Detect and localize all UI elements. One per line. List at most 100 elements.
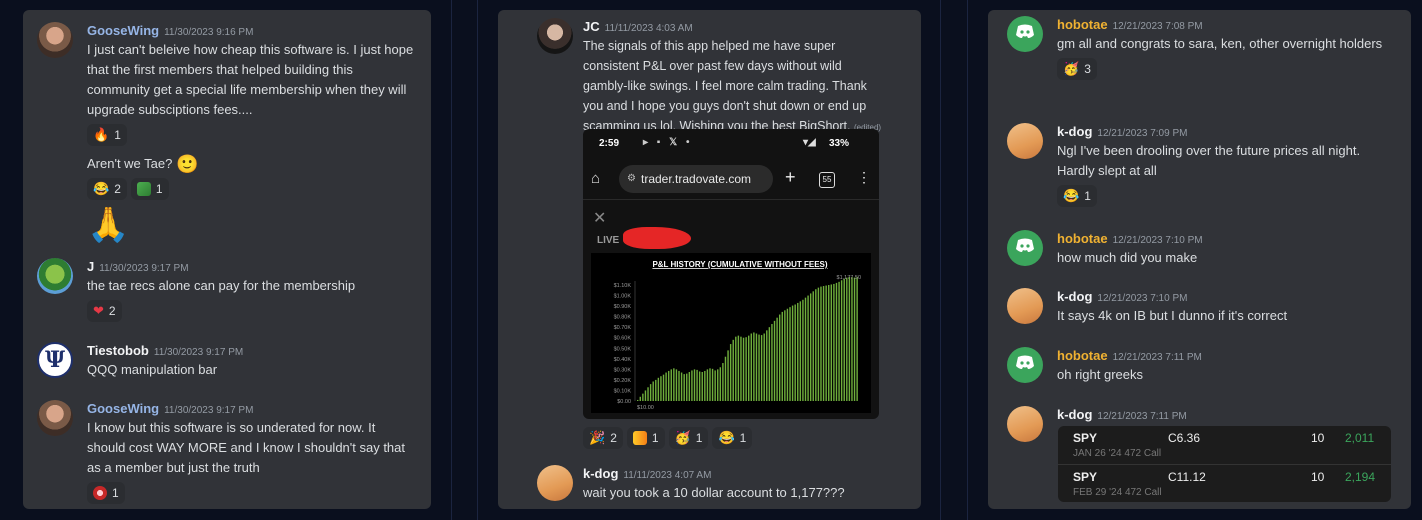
chart-bar (740, 336, 742, 401)
chart-bar (678, 370, 680, 401)
chart-bar (766, 330, 768, 401)
chart-title: P&L HISTORY (CUMULATIVE WITHOUT FEES) (652, 260, 827, 269)
reaction-custom[interactable]: 1 (130, 178, 169, 200)
chart-bar (737, 335, 740, 401)
y-tick-label: $0.70K (614, 325, 632, 331)
frog-emoji-icon (136, 182, 151, 196)
avatar[interactable] (37, 400, 73, 436)
chart-bar (714, 370, 716, 401)
reaction-party[interactable]: 🎉 2 (583, 427, 623, 449)
timestamp: 11/11/2023 4:07 AM (623, 470, 712, 481)
party-face-icon: 🥳 (674, 430, 691, 445)
chart-bar (817, 287, 820, 401)
y-tick-label: $0.60K (614, 336, 632, 342)
chart-bar (704, 370, 706, 401)
menu-dots-icon[interactable]: ⋮ (857, 169, 871, 186)
avatar[interactable] (1007, 230, 1043, 266)
reaction-custom[interactable]: 1 (87, 482, 125, 504)
phone-status-bar: 2:59 ▸ ▪ 𝕏 • ▾◢ 33% (583, 129, 879, 157)
username[interactable]: k-dog (1057, 289, 1092, 304)
chart-bar (820, 286, 822, 401)
position-symbol: SPY (1073, 470, 1098, 484)
username[interactable]: k-dog (583, 466, 618, 481)
avatar[interactable] (1007, 288, 1043, 324)
reaction-custom[interactable]: 1 (626, 427, 665, 449)
chart-bar (843, 278, 845, 401)
chart-bar (724, 356, 727, 401)
reactions: 😂 2 1 (87, 178, 417, 200)
chart-bar (830, 284, 833, 401)
positions-screenshot[interactable]: SPY C6.36 10 2,011 JAN 26 '24 472 Call S… (1058, 426, 1391, 502)
chart-bar (657, 377, 660, 401)
chart-bar (838, 281, 840, 401)
new-tab-icon[interactable]: + (785, 167, 796, 188)
reaction-fire[interactable]: 🔥 1 (87, 124, 127, 146)
reactions: 🔥 1 (87, 124, 417, 146)
username[interactable]: GooseWing (87, 23, 159, 38)
chart-bar (799, 301, 802, 401)
chart-bar (680, 372, 683, 401)
avatar[interactable] (1007, 347, 1043, 383)
tabs-count-button[interactable]: 55 (819, 172, 835, 188)
reaction-count: 1 (155, 182, 163, 196)
chart-bar (652, 381, 654, 401)
chart-bar (637, 399, 639, 401)
avatar[interactable] (37, 22, 73, 58)
attached-screenshot[interactable]: 2:59 ▸ ▪ 𝕏 • ▾◢ 33% ⌂ ⚙ trader.tradovate… (583, 129, 879, 419)
username[interactable]: k-dog (1057, 407, 1092, 422)
discord-logo-icon (1015, 238, 1035, 259)
chart-bar (851, 277, 853, 401)
chart-bar (709, 368, 711, 401)
message-text: Aren't we Tae? 🙂 (87, 154, 417, 174)
message-text: QQQ manipulation bar (87, 362, 218, 377)
reaction-laugh[interactable]: 😂 2 (87, 178, 127, 200)
chart-bar (784, 310, 786, 401)
message-text: wait you took a 10 dollar account to 1,1… (583, 485, 845, 500)
avatar[interactable] (537, 465, 573, 501)
chart-bar (696, 369, 698, 401)
avatar[interactable] (537, 18, 573, 54)
username[interactable]: hobotae (1057, 231, 1108, 246)
username[interactable]: Tiestobob (87, 343, 149, 358)
reaction-celebrate[interactable]: 🥳 1 (668, 427, 709, 449)
last-value-label: $1,177.50 (837, 275, 861, 281)
chart-bar (667, 370, 670, 401)
reaction-count: 2 (114, 182, 121, 196)
chart-bar (807, 295, 809, 401)
message-text: I know but this software is so underated… (87, 420, 406, 475)
chart-bar (748, 335, 750, 401)
avatar[interactable] (1007, 406, 1043, 442)
username[interactable]: hobotae (1057, 348, 1108, 363)
username[interactable]: GooseWing (87, 401, 159, 416)
username[interactable]: k-dog (1057, 124, 1092, 139)
avatar[interactable] (37, 258, 73, 294)
avatar[interactable] (1007, 16, 1043, 52)
reaction-heart[interactable]: ❤ 2 (87, 300, 122, 322)
home-icon[interactable]: ⌂ (591, 170, 600, 187)
custom-emoji-icon (93, 486, 107, 500)
username[interactable]: hobotae (1057, 17, 1108, 32)
url-bar[interactable]: ⚙ trader.tradovate.com (619, 165, 773, 193)
chart-bar (706, 369, 709, 401)
chart-bar (729, 344, 732, 401)
y-tick-label: $0.90K (614, 304, 632, 310)
avatar[interactable] (1007, 123, 1043, 159)
chart-bar (683, 374, 685, 401)
username[interactable]: J (87, 259, 94, 274)
close-icon[interactable]: ✕ (593, 208, 606, 228)
chart-bar (760, 335, 763, 401)
chart-bar (675, 369, 678, 401)
reaction-laugh[interactable]: 😂 1 (1057, 185, 1097, 207)
reaction-laugh[interactable]: 😂 1 (712, 427, 753, 449)
message-text: how much did you make (1057, 250, 1198, 265)
avatar[interactable]: Ψ (37, 342, 73, 378)
message-text: Ngl I've been drooling over the future p… (1057, 143, 1361, 178)
timestamp: 12/21/2023 7:10 PM (1112, 235, 1203, 246)
username[interactable]: JC (583, 19, 600, 34)
timestamp: 11/11/2023 4:03 AM (604, 23, 693, 34)
chart-bar (670, 369, 672, 401)
live-label: LIVE (597, 235, 620, 246)
reaction-celebrate[interactable]: 🥳 3 (1057, 58, 1097, 80)
chart-bar (719, 367, 722, 401)
chart-bar (755, 333, 758, 401)
